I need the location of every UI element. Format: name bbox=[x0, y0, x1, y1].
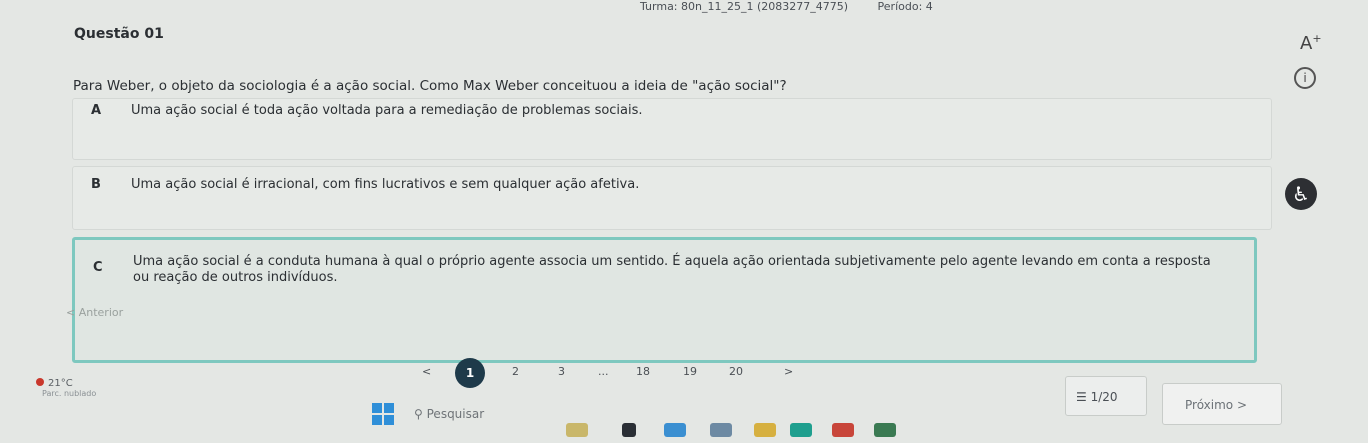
info-icon[interactable]: i bbox=[1294, 67, 1316, 89]
option-text: Uma ação social é a conduta humana à qua… bbox=[133, 254, 1211, 285]
option-text: Uma ação social é toda ação voltada para… bbox=[131, 103, 643, 118]
page-ellipsis: ... bbox=[598, 365, 609, 378]
taskbar: ⚲ Pesquisar bbox=[0, 395, 1368, 443]
search-icon: ⚲ bbox=[414, 407, 423, 421]
question-text: Para Weber, o objeto da sociologia é a a… bbox=[73, 78, 787, 94]
taskbar-app-icon[interactable] bbox=[622, 423, 636, 437]
taskbar-app-icon[interactable] bbox=[754, 423, 776, 437]
periodo-label: Período: 4 bbox=[877, 0, 933, 13]
taskbar-app-icon[interactable] bbox=[832, 423, 854, 437]
page-18[interactable]: 18 bbox=[636, 365, 650, 378]
page-1-current[interactable]: 1 bbox=[455, 358, 485, 388]
page-2[interactable]: 2 bbox=[512, 365, 519, 378]
previous-button[interactable]: < Anterior bbox=[66, 306, 123, 319]
turma-label: Turma: 80n_11_25_1 (2083277_4775) bbox=[640, 0, 849, 13]
pagination: < 1 2 3 ... 18 19 20 > bbox=[0, 358, 900, 390]
option-b[interactable]: B Uma ação social é irracional, com fins… bbox=[72, 166, 1272, 230]
page-3[interactable]: 3 bbox=[558, 365, 565, 378]
windows-start-icon[interactable] bbox=[372, 403, 394, 425]
option-a[interactable]: A Uma ação social é toda ação voltada pa… bbox=[72, 98, 1272, 160]
accessibility-icon[interactable]: ♿ bbox=[1285, 178, 1317, 210]
option-text: Uma ação social é irracional, com fins l… bbox=[131, 177, 640, 192]
taskbar-search[interactable]: ⚲ Pesquisar bbox=[414, 407, 484, 421]
option-letter: B bbox=[91, 177, 101, 192]
question-title: Questão 01 bbox=[74, 26, 164, 42]
taskbar-app-icon[interactable] bbox=[874, 423, 896, 437]
page-next-arrow[interactable]: > bbox=[784, 365, 793, 378]
page-prev-arrow[interactable]: < bbox=[422, 365, 431, 378]
font-size-plus: + bbox=[1312, 32, 1322, 45]
weather-alert-icon bbox=[36, 378, 44, 386]
option-letter: C bbox=[93, 260, 103, 275]
header-bar: Turma: 80n_11_25_1 (2083277_4775) Períod… bbox=[640, 0, 959, 13]
taskbar-app-icon[interactable] bbox=[710, 423, 732, 437]
font-size-icon[interactable]: A+ bbox=[1300, 32, 1322, 54]
taskbar-app-icon[interactable] bbox=[566, 423, 588, 437]
search-placeholder: Pesquisar bbox=[426, 407, 485, 421]
page-20[interactable]: 20 bbox=[729, 365, 743, 378]
weather-temp: 21°C bbox=[48, 378, 73, 389]
page-19[interactable]: 19 bbox=[683, 365, 697, 378]
option-letter: A bbox=[91, 103, 102, 118]
taskbar-app-icon[interactable] bbox=[664, 423, 686, 437]
taskbar-app-icon[interactable] bbox=[790, 423, 812, 437]
info-letter: i bbox=[1303, 71, 1307, 85]
font-size-letter: A bbox=[1300, 33, 1313, 54]
option-c-selected[interactable]: C Uma ação social é a conduta humana à q… bbox=[72, 237, 1257, 363]
